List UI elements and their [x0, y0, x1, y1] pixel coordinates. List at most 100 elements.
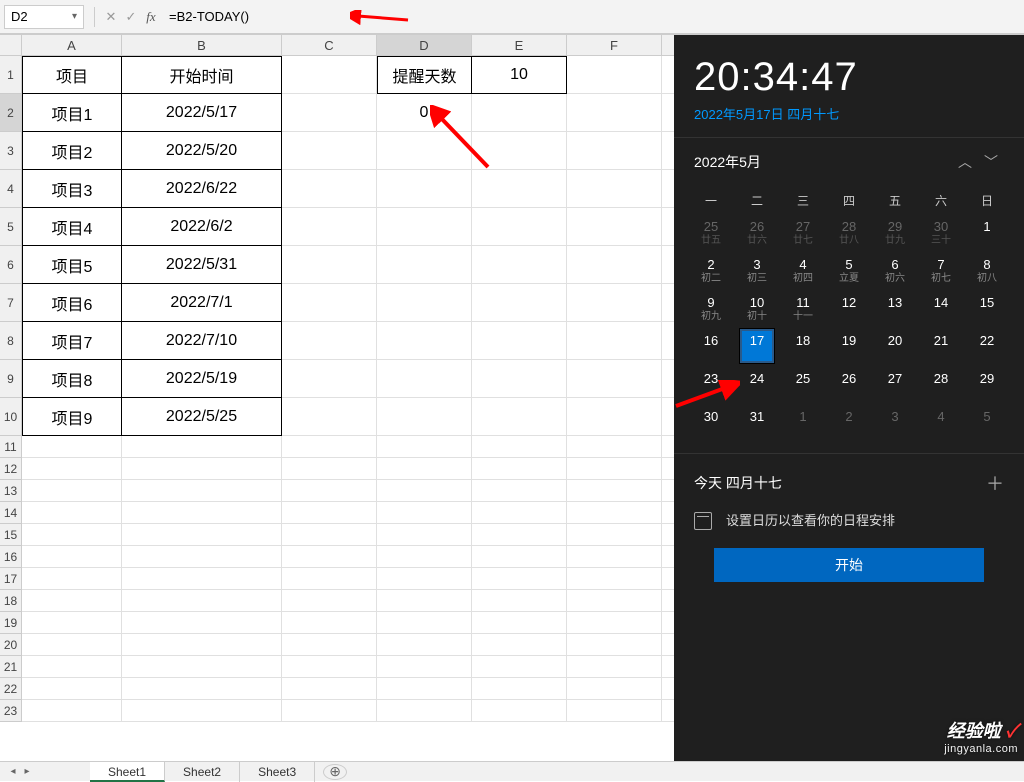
- cell-A4[interactable]: 项目3: [22, 170, 122, 208]
- calendar-day[interactable]: 10初十: [734, 291, 780, 329]
- col-header-F[interactable]: F: [567, 35, 662, 55]
- col-header-A[interactable]: A: [22, 35, 122, 55]
- cell-E1[interactable]: 10: [472, 56, 567, 94]
- month-label[interactable]: 2022年5月: [694, 152, 952, 172]
- calendar-day[interactable]: 3: [872, 405, 918, 443]
- cell-E3[interactable]: [472, 132, 567, 170]
- enter-icon[interactable]: ✓: [121, 9, 141, 25]
- tab-nav-next-icon[interactable]: ▸: [20, 766, 34, 777]
- prev-month-icon[interactable]: ︿: [952, 152, 978, 172]
- cell-F6[interactable]: [567, 246, 662, 284]
- col-header-C[interactable]: C: [282, 35, 377, 55]
- calendar-day[interactable]: 14: [918, 291, 964, 329]
- calendar-day[interactable]: 29: [964, 367, 1010, 405]
- row-header-21[interactable]: 21: [0, 656, 22, 678]
- cell-E9[interactable]: [472, 360, 567, 398]
- cell-B3[interactable]: 2022/5/20: [122, 132, 282, 170]
- row-header-10[interactable]: 10: [0, 398, 22, 436]
- cell-B16[interactable]: [122, 546, 282, 568]
- cell-F14[interactable]: [567, 502, 662, 524]
- cell-B17[interactable]: [122, 568, 282, 590]
- cell-B1[interactable]: 开始时间: [122, 56, 282, 94]
- col-header-B[interactable]: B: [122, 35, 282, 55]
- cell-A11[interactable]: [22, 436, 122, 458]
- formula-input[interactable]: [161, 5, 1024, 29]
- cell-A6[interactable]: 项目5: [22, 246, 122, 284]
- calendar-day[interactable]: 17: [734, 329, 780, 367]
- cell-F2[interactable]: [567, 94, 662, 132]
- add-sheet-icon[interactable]: ⊕: [323, 764, 347, 780]
- cell-B20[interactable]: [122, 634, 282, 656]
- calendar-day[interactable]: 6初六: [872, 253, 918, 291]
- name-box[interactable]: D2 ▾: [4, 5, 84, 29]
- cell-B14[interactable]: [122, 502, 282, 524]
- cell-E5[interactable]: [472, 208, 567, 246]
- row-header-6[interactable]: 6: [0, 246, 22, 284]
- cell-F13[interactable]: [567, 480, 662, 502]
- cell-C12[interactable]: [282, 458, 377, 480]
- cell-C4[interactable]: [282, 170, 377, 208]
- cell-D9[interactable]: [377, 360, 472, 398]
- cell-F23[interactable]: [567, 700, 662, 722]
- cell-B6[interactable]: 2022/5/31: [122, 246, 282, 284]
- calendar-day[interactable]: 24: [734, 367, 780, 405]
- clock-date[interactable]: 2022年5月17日 四月十七: [674, 104, 1024, 137]
- calendar-day[interactable]: 29廿九: [872, 215, 918, 253]
- cell-F19[interactable]: [567, 612, 662, 634]
- calendar-day[interactable]: 5: [964, 405, 1010, 443]
- cell-D8[interactable]: [377, 322, 472, 360]
- fx-icon[interactable]: fx: [141, 9, 161, 25]
- cell-D15[interactable]: [377, 524, 472, 546]
- cell-B4[interactable]: 2022/6/22: [122, 170, 282, 208]
- cell-A9[interactable]: 项目8: [22, 360, 122, 398]
- cell-F22[interactable]: [567, 678, 662, 700]
- cell-F5[interactable]: [567, 208, 662, 246]
- cell-B23[interactable]: [122, 700, 282, 722]
- cell-E12[interactable]: [472, 458, 567, 480]
- calendar-day[interactable]: 30: [688, 405, 734, 443]
- calendar-day[interactable]: 27: [872, 367, 918, 405]
- cell-A8[interactable]: 项目7: [22, 322, 122, 360]
- cell-E2[interactable]: [472, 94, 567, 132]
- row-header-23[interactable]: 23: [0, 700, 22, 722]
- cell-C22[interactable]: [282, 678, 377, 700]
- cell-F4[interactable]: [567, 170, 662, 208]
- row-header-17[interactable]: 17: [0, 568, 22, 590]
- cell-A10[interactable]: 项目9: [22, 398, 122, 436]
- calendar-day[interactable]: 27廿七: [780, 215, 826, 253]
- cell-A3[interactable]: 项目2: [22, 132, 122, 170]
- select-all-corner[interactable]: [0, 35, 22, 55]
- cell-B8[interactable]: 2022/7/10: [122, 322, 282, 360]
- cell-F17[interactable]: [567, 568, 662, 590]
- cell-D5[interactable]: [377, 208, 472, 246]
- name-box-dropdown-icon[interactable]: ▾: [72, 11, 77, 22]
- cell-C11[interactable]: [282, 436, 377, 458]
- calendar-day[interactable]: 22: [964, 329, 1010, 367]
- cell-E7[interactable]: [472, 284, 567, 322]
- next-month-icon[interactable]: ﹀: [978, 152, 1004, 172]
- cell-A14[interactable]: [22, 502, 122, 524]
- cell-D7[interactable]: [377, 284, 472, 322]
- cell-E13[interactable]: [472, 480, 567, 502]
- cell-E11[interactable]: [472, 436, 567, 458]
- calendar-day[interactable]: 8初八: [964, 253, 1010, 291]
- cell-E15[interactable]: [472, 524, 567, 546]
- cell-D4[interactable]: [377, 170, 472, 208]
- cell-B9[interactable]: 2022/5/19: [122, 360, 282, 398]
- calendar-day[interactable]: 28: [918, 367, 964, 405]
- cell-F16[interactable]: [567, 546, 662, 568]
- cell-B19[interactable]: [122, 612, 282, 634]
- cell-B10[interactable]: 2022/5/25: [122, 398, 282, 436]
- calendar-day[interactable]: 13: [872, 291, 918, 329]
- calendar-day[interactable]: 4初四: [780, 253, 826, 291]
- cell-F12[interactable]: [567, 458, 662, 480]
- cell-F11[interactable]: [567, 436, 662, 458]
- row-header-5[interactable]: 5: [0, 208, 22, 246]
- cell-C21[interactable]: [282, 656, 377, 678]
- calendar-day[interactable]: 30三十: [918, 215, 964, 253]
- cell-F21[interactable]: [567, 656, 662, 678]
- cell-A12[interactable]: [22, 458, 122, 480]
- row-header-19[interactable]: 19: [0, 612, 22, 634]
- calendar-day[interactable]: 1: [964, 215, 1010, 253]
- cell-F3[interactable]: [567, 132, 662, 170]
